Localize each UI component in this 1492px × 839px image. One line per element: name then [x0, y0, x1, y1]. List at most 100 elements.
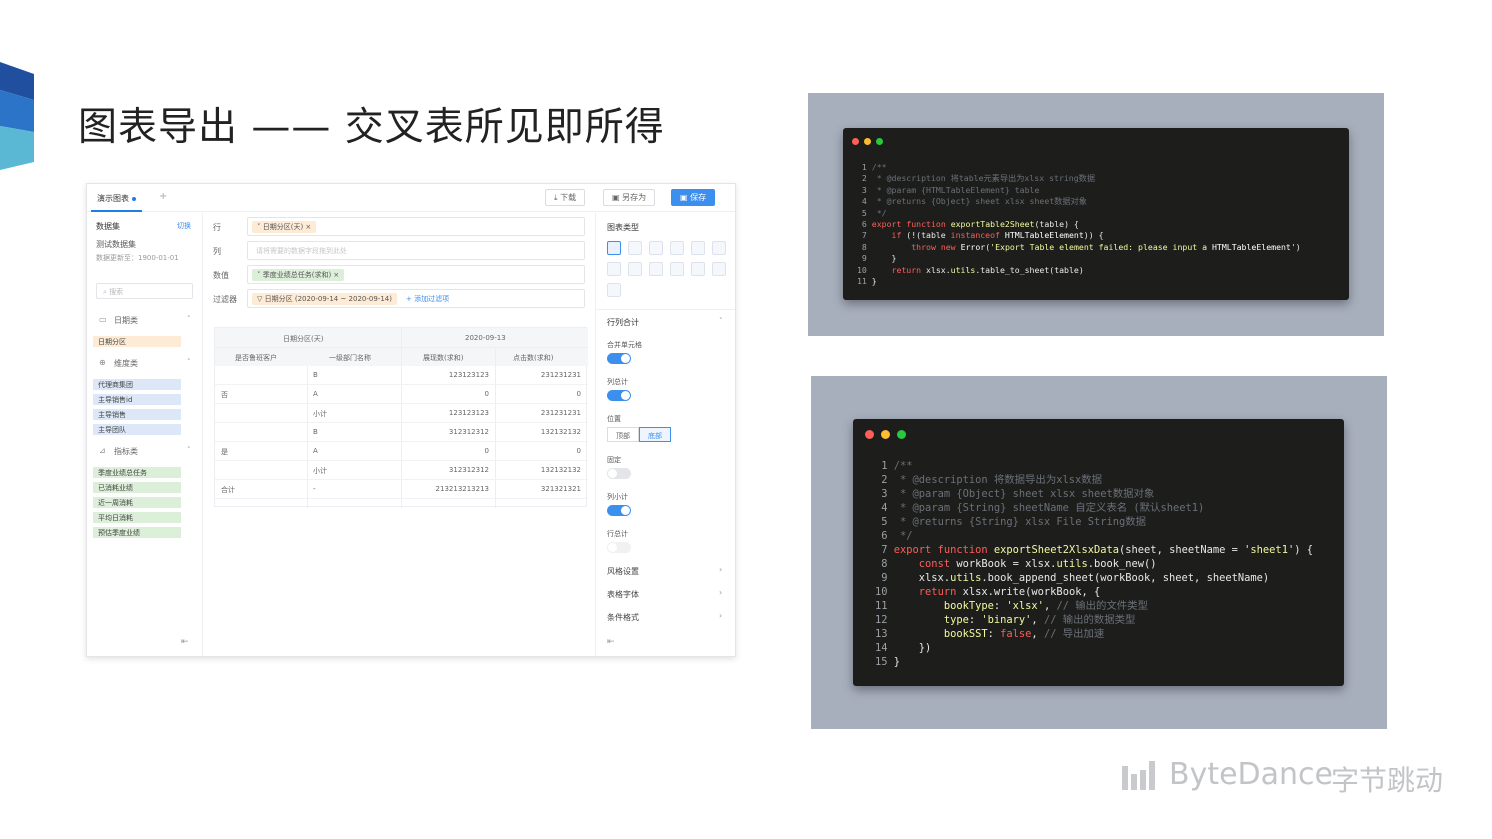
field-search-input[interactable]: ⌕ 搜索 [96, 283, 193, 299]
column-chart-icon[interactable] [691, 241, 705, 255]
pivot-cell: B [313, 371, 318, 379]
area-chart-icon[interactable] [649, 241, 663, 255]
value-dropzone[interactable]: ˅ 季度业绩总任务(求和) × [247, 265, 585, 284]
switch-dataset-link[interactable]: 切换 [177, 221, 191, 231]
chevron-up-icon[interactable]: ˄ [187, 358, 191, 366]
group-date-title: 日期类 [114, 316, 138, 325]
toggle-knob [621, 354, 630, 363]
collapse-panel-icon[interactable]: ⇤ [607, 637, 615, 647]
dimension-icon: ⊕ [99, 358, 106, 367]
pivot-col-header[interactable]: 点击数(求和) [513, 353, 553, 363]
col-subtotal-label: 列小计 [607, 493, 628, 501]
filter-chip[interactable]: ▽ 日期分区 (2020-09-14 ~ 2020-09-14) [252, 293, 397, 305]
pivot-cell: 312312312 [448, 466, 489, 474]
field-dimension[interactable]: 主导销售id [93, 394, 181, 405]
chevron-down-icon[interactable]: ˅ [719, 317, 723, 325]
field-indicator[interactable]: 近一周消耗 [93, 497, 181, 508]
pivot-cell: 0 [576, 390, 581, 398]
position-top-button[interactable]: 顶部 [607, 427, 639, 442]
row-divider [215, 479, 588, 480]
chevron-right-icon[interactable]: › [719, 588, 722, 597]
grid-chart-icon[interactable] [712, 241, 726, 255]
style-settings-label[interactable]: 风格设置 [607, 566, 639, 577]
divider [495, 347, 496, 508]
field-indicator[interactable]: 平均日消耗 [93, 512, 181, 523]
value-chip[interactable]: ˅ 季度业绩总任务(求和) × [252, 269, 345, 281]
pivot-cell: 小计 [313, 467, 327, 475]
position-bottom-button[interactable]: 底部 [639, 427, 671, 442]
donut-chart-icon[interactable] [691, 262, 705, 276]
chevron-right-icon[interactable]: › [719, 611, 722, 620]
row-chip[interactable]: ˅ 日期分区(天) × [252, 221, 317, 233]
list-chart-icon[interactable] [649, 262, 663, 276]
save-as-label: 另存为 [622, 193, 647, 202]
pie-chart-icon[interactable] [670, 262, 684, 276]
calendar-icon: ▭ [99, 315, 107, 324]
value-label: 数值 [213, 271, 229, 280]
merge-cells-label: 合并单元格 [607, 341, 642, 349]
save-icon: ▣ [680, 193, 691, 202]
dataset-name: 测试数据集 [96, 240, 136, 249]
fixed-label: 固定 [607, 456, 621, 464]
chevron-up-icon[interactable]: ˄ [187, 446, 191, 454]
hbar-chart-icon[interactable] [607, 262, 621, 276]
fixed-toggle[interactable] [607, 468, 631, 479]
app-screenshot: 演示图表 + ⤓ 下载 ▣ 另存为 ▣ 保存 数据集 切换 测试数据集 数据更新… [86, 183, 736, 657]
position-label: 位置 [607, 415, 621, 423]
col-dropzone[interactable]: 请将需要的数据字段拖到此处 [247, 241, 585, 260]
pivot-cell: 小计 [313, 410, 327, 418]
minimize-dot-icon [864, 138, 871, 145]
indicator-icon: ⊿ [99, 446, 106, 455]
combo-chart-icon[interactable] [712, 262, 726, 276]
pivot-cell: 231231231 [540, 371, 581, 379]
stacked-chart-icon[interactable] [628, 262, 642, 276]
cond-format-label[interactable]: 条件格式 [607, 612, 639, 623]
tab-demo-chart[interactable]: 演示图表 [91, 190, 142, 212]
col-total-toggle[interactable] [607, 390, 631, 401]
download-label: 下载 [560, 193, 577, 202]
close-icon[interactable]: × [331, 271, 339, 279]
collapse-panel-icon[interactable]: ⇤ [181, 637, 189, 647]
filter-dropzone[interactable]: ▽ 日期分区 (2020-09-14 ~ 2020-09-14) + 添加过滤项 [247, 289, 585, 308]
col-subtotal-toggle[interactable] [607, 505, 631, 516]
line-chart-icon[interactable] [628, 241, 642, 255]
add-filter-link[interactable]: + 添加过滤项 [406, 294, 449, 304]
divider [401, 328, 402, 508]
col-label: 列 [213, 247, 221, 256]
table-chart-icon[interactable] [607, 241, 621, 255]
pivot-col-header[interactable]: 展现数(求和) [423, 353, 463, 363]
value-chip-label: 季度业绩总任务(求和) [262, 271, 332, 279]
field-indicator[interactable]: 已消耗业绩 [93, 482, 181, 493]
merge-cells-toggle[interactable] [607, 353, 631, 364]
field-date-partition[interactable]: 日期分区 [93, 336, 181, 347]
dataset-label: 数据集 [96, 222, 120, 231]
chevron-right-icon[interactable]: › [719, 565, 722, 574]
chart-config-panel: 图表类型 行列合计 ˅ 合并单元格 列总计 位置 顶部 底部 固定 列小计 行总… [597, 213, 735, 656]
save-as-button[interactable]: ▣ 另存为 [603, 189, 656, 206]
chevron-up-icon[interactable]: ˄ [187, 315, 191, 323]
download-button[interactable]: ⤓ 下载 [545, 189, 586, 206]
row-dropzone[interactable]: ˅ 日期分区(天) × [247, 217, 585, 236]
add-tab-button[interactable]: + [159, 191, 167, 202]
pivot-cell: 0 [576, 447, 581, 455]
field-indicator[interactable]: 预估季度业绩 [93, 527, 181, 538]
row-total-toggle[interactable] [607, 542, 631, 553]
pivot-col-header[interactable]: 一级部门名称 [329, 353, 371, 363]
pivot-col-header[interactable]: 是否鲁班客户 [235, 353, 277, 363]
table-font-label[interactable]: 表格字体 [607, 589, 639, 600]
field-dimension[interactable]: 主导销售 [93, 409, 181, 420]
field-dimension[interactable]: 代理商集团 [93, 379, 181, 390]
field-dimension[interactable]: 主导团队 [93, 424, 181, 435]
row-label: 行 [213, 223, 221, 232]
pivot-table: 日期分区(天) 2020-09-13 是否鲁班客户 一级部门名称 展现数(求和)… [214, 327, 588, 508]
row-total-label: 行总计 [607, 530, 628, 538]
close-icon[interactable]: × [303, 223, 311, 231]
card-chart-icon[interactable] [607, 283, 621, 297]
save-button[interactable]: ▣ 保存 [671, 189, 716, 206]
bar-chart-icon[interactable] [670, 241, 684, 255]
close-dot-icon [852, 138, 859, 145]
pivot-cell: 123123123 [448, 409, 489, 417]
col-placeholder: 请将需要的数据字段拖到此处 [256, 247, 347, 255]
maximize-dot-icon [897, 430, 906, 439]
field-indicator[interactable]: 季度业绩总任务 [93, 467, 181, 478]
